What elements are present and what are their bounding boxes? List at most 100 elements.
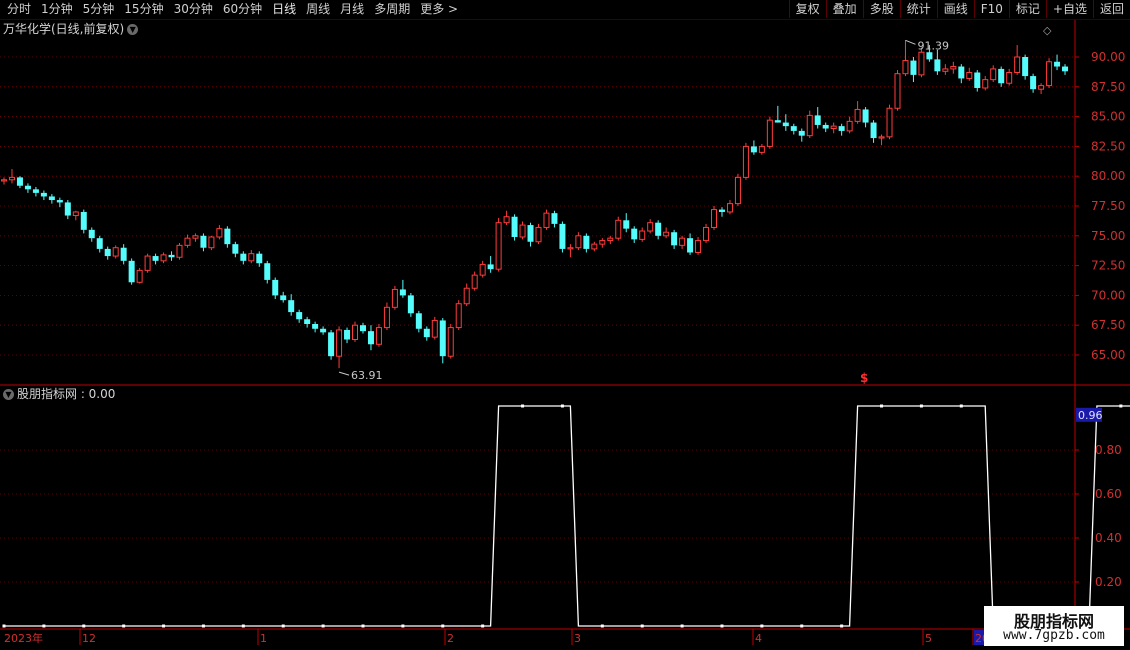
x-tick-label: 2023年 — [4, 631, 43, 645]
candle-body — [718, 209, 725, 212]
candle-body — [567, 247, 574, 250]
candle-body — [296, 312, 303, 320]
indicator-point — [82, 624, 86, 628]
x-tick-label: 1 — [260, 632, 267, 645]
candle-body — [591, 243, 598, 250]
candle-body — [950, 66, 957, 70]
candle-body — [200, 235, 207, 248]
candle-body — [615, 219, 622, 239]
candle-body — [56, 200, 63, 203]
candle-body — [918, 51, 925, 76]
candle-body — [192, 235, 199, 239]
y-tick-label: 72.50 — [1091, 259, 1125, 273]
candle-body — [671, 232, 678, 246]
candle-body — [375, 327, 382, 345]
candle-body — [40, 192, 47, 197]
candle-body — [990, 68, 997, 81]
candle-body — [711, 209, 718, 228]
candle-body — [982, 79, 989, 89]
candle-body — [1062, 66, 1069, 72]
candle-body — [391, 288, 398, 308]
indicator-point — [281, 624, 285, 628]
indicator-point — [361, 624, 365, 628]
candle-body — [112, 247, 119, 257]
candle-body — [631, 228, 638, 240]
candle-body — [806, 114, 813, 137]
candle-body — [104, 248, 111, 257]
candle-body — [679, 237, 686, 246]
candle-body — [447, 327, 454, 357]
candle-body — [511, 216, 518, 237]
current-value-label: 0.96 — [1078, 409, 1103, 422]
indicator-point — [42, 624, 46, 628]
y-tick-label: 0.80 — [1095, 443, 1122, 457]
candle-body — [144, 255, 151, 271]
indicator-point — [481, 624, 485, 628]
candle-body — [1014, 56, 1021, 73]
candle-body — [463, 287, 470, 305]
candle-body — [24, 185, 31, 190]
candle-body — [280, 295, 287, 301]
candle-body — [966, 71, 973, 79]
candle-body — [862, 109, 869, 123]
candle-body — [998, 68, 1005, 84]
candle-body — [1022, 57, 1029, 77]
candle-body — [328, 332, 335, 357]
candle-body — [1046, 61, 1053, 87]
candle-body — [312, 324, 319, 329]
candle-body — [136, 269, 143, 283]
indicator-point — [521, 404, 525, 408]
candle-body — [695, 240, 702, 253]
candle-body — [639, 230, 646, 240]
candle-body — [758, 145, 765, 153]
indicator-point — [959, 404, 963, 408]
y-tick-label: 77.50 — [1091, 199, 1125, 213]
candle-body — [854, 108, 861, 122]
candle-body — [184, 237, 191, 246]
candle-body — [790, 126, 797, 131]
candle-body — [399, 289, 406, 296]
indicator-point — [760, 624, 764, 628]
y-tick-label: 82.50 — [1091, 139, 1125, 153]
y-tick-label: 0.60 — [1095, 487, 1122, 501]
candle-body — [479, 263, 486, 276]
candle-body — [160, 254, 167, 262]
candle-body — [176, 244, 183, 258]
candle-body — [1038, 85, 1045, 90]
candle-body — [782, 122, 789, 127]
candle-body — [407, 295, 414, 314]
y-tick-label: 0.40 — [1095, 531, 1122, 545]
candle-body — [264, 263, 271, 280]
candle-body — [320, 328, 327, 333]
candle-body — [208, 236, 215, 249]
x-tick-label: 2 — [447, 632, 454, 645]
candle-body — [543, 212, 550, 228]
candle-body — [599, 240, 606, 245]
candle-body — [272, 279, 279, 296]
candle-body — [822, 124, 829, 129]
candle-body — [503, 216, 510, 224]
candle-body — [559, 223, 566, 249]
indicator-point — [919, 404, 923, 408]
candle-body — [120, 247, 127, 261]
x-tick-label: 5 — [925, 632, 932, 645]
candle-body — [495, 222, 502, 270]
candle-body — [431, 319, 438, 338]
y-tick-label: 87.50 — [1091, 80, 1125, 94]
candle-body — [224, 228, 231, 245]
candle-body — [838, 126, 845, 131]
candle-body — [455, 303, 462, 329]
candle-body — [647, 222, 654, 232]
kline-chart[interactable]: 90.00 87.50 85.00 82.50 80.00 77.50 75.00 72.50… — [0, 0, 1130, 650]
candle-body — [1006, 71, 1013, 84]
candle-body — [766, 119, 773, 147]
indicator-point — [560, 404, 564, 408]
y-tick-label: 85.00 — [1091, 110, 1125, 124]
indicator-point — [2, 624, 6, 628]
candle-body — [623, 220, 630, 229]
candle-body — [910, 60, 917, 75]
candle-body — [655, 222, 662, 236]
candle-body — [16, 177, 23, 186]
candle-body — [32, 189, 39, 193]
candle-body — [742, 145, 749, 178]
